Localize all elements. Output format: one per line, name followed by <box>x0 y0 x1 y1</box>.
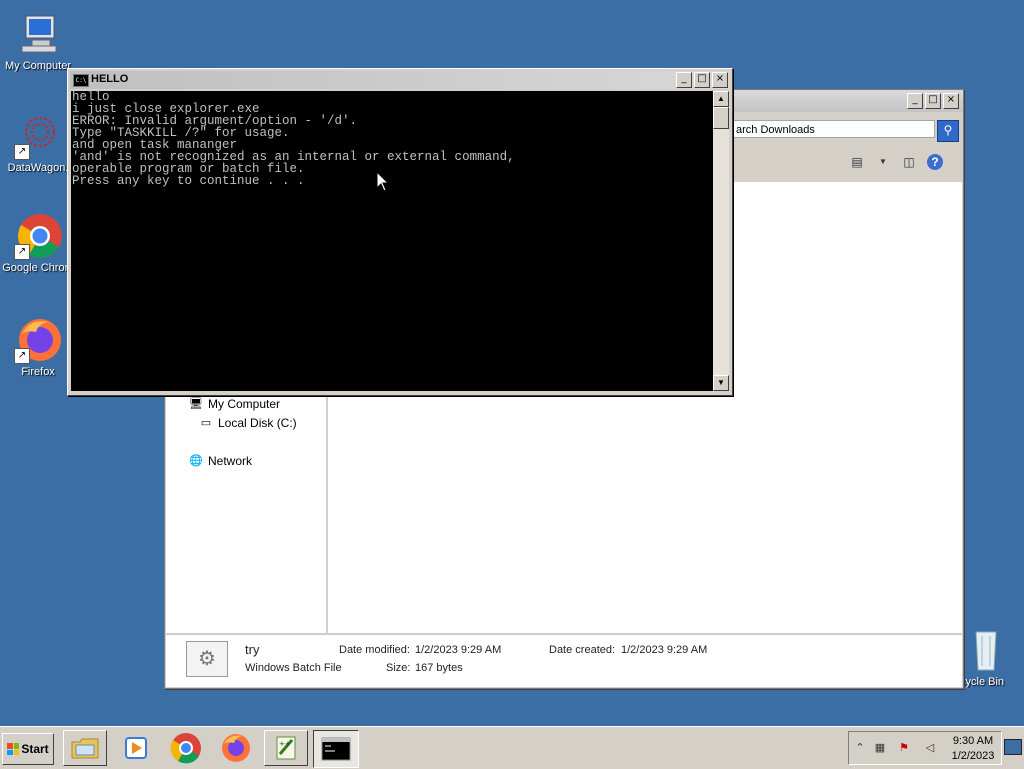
nav-item-my-computer[interactable]: 🖥 My Computer <box>188 397 280 411</box>
date-created-label: Date created: <box>549 644 616 656</box>
network-status-icon[interactable]: ▦ <box>873 741 887 755</box>
desktop-icon-datawagon[interactable]: ↗ DataWagon. <box>0 112 76 174</box>
help-icon[interactable]: ? <box>927 154 943 170</box>
nav-item-local-disk[interactable]: ▭ Local Disk (C:) <box>198 416 297 430</box>
desktop-icon-firefox[interactable]: ↗ Firefox <box>0 316 76 378</box>
size-value: 167 bytes <box>415 662 463 674</box>
minimize-button[interactable]: _ <box>907 93 923 109</box>
scroll-up-arrow-icon[interactable]: ▲ <box>713 91 729 107</box>
firefox-icon <box>222 734 250 762</box>
console-icon: C:\ <box>73 74 89 87</box>
notepad-plus-icon: ++ <box>276 736 296 760</box>
file-name: try <box>245 642 260 657</box>
datawagon-icon: ↗ <box>14 112 62 160</box>
scroll-down-arrow-icon[interactable]: ▼ <box>713 375 729 391</box>
close-button[interactable]: × <box>943 93 959 109</box>
show-desktop-icon[interactable] <box>1004 739 1022 755</box>
chrome-icon: ↗ <box>14 212 62 260</box>
computer-icon: 🖥 <box>189 398 203 410</box>
console-icon <box>321 737 351 761</box>
taskbar-explorer[interactable] <box>63 730 107 766</box>
console-window-controls: _ □ × <box>676 72 728 88</box>
shortcut-arrow-icon: ↗ <box>14 144 30 160</box>
search-icon[interactable]: ⚲ <box>937 120 959 142</box>
console-window[interactable]: C:\ HELLO _ □ × hello i just close explo… <box>67 68 733 396</box>
svg-text:++: ++ <box>279 740 291 748</box>
taskbar: Start ++ ⌃ ▦ ⚑ ◁ 9:30 AM 1/2/2023 <box>0 726 1024 769</box>
taskbar-chrome[interactable] <box>164 730 208 766</box>
network-icon: 🌐 <box>189 455 203 467</box>
scroll-thumb[interactable] <box>713 107 729 129</box>
clock-time: 9:30 AM <box>952 735 994 747</box>
desktop-icon-my-computer[interactable]: My Computer <box>0 10 76 72</box>
clock[interactable]: 9:30 AM 1/2/2023 <box>945 734 1001 764</box>
console-output[interactable]: hello i just close explorer.exe ERROR: I… <box>71 91 713 391</box>
preview-pane-icon[interactable]: ◫ <box>901 154 917 170</box>
action-center-icon[interactable]: ⚑ <box>897 741 911 755</box>
system-tray: ⌃ ▦ ⚑ ◁ 9:30 AM 1/2/2023 <box>848 731 1002 765</box>
chevron-up-icon[interactable]: ⌃ <box>853 741 867 755</box>
recycle-bin-icon <box>960 626 1008 674</box>
search-input[interactable]: arch Downloads <box>731 120 935 138</box>
media-player-icon <box>125 737 147 759</box>
views-icon[interactable]: ▤ <box>849 154 865 170</box>
explorer-toolbar: ▤ ▼ ◫ ? <box>849 154 943 170</box>
explorer-window-controls: _ □ × <box>907 93 959 109</box>
minimize-button[interactable]: _ <box>676 72 692 88</box>
clock-date: 1/2/2023 <box>951 750 995 762</box>
shortcut-arrow-icon: ↗ <box>14 244 30 260</box>
mouse-cursor-icon <box>377 172 389 192</box>
maximize-button[interactable]: □ <box>694 72 710 88</box>
folder-icon <box>71 738 99 759</box>
computer-icon <box>14 10 62 58</box>
batch-file-icon: ⚙ <box>186 641 228 677</box>
date-modified-label: Date modified: <box>339 644 410 656</box>
close-button[interactable]: × <box>712 72 728 88</box>
taskbar-console[interactable] <box>313 730 359 768</box>
console-title: HELLO <box>91 73 129 85</box>
taskbar-firefox[interactable] <box>214 730 258 766</box>
size-label: Size: <box>386 662 411 674</box>
taskbar-notepad-plus[interactable]: ++ <box>264 730 308 766</box>
console-titlebar[interactable]: C:\ HELLO _ □ × <box>70 71 730 89</box>
console-line: Press any key to continue . . . <box>72 174 305 188</box>
maximize-button[interactable]: □ <box>925 93 941 109</box>
start-button[interactable]: Start <box>2 733 54 765</box>
volume-icon[interactable]: ◁ <box>923 741 937 755</box>
console-scrollbar[interactable]: ▲ ▼ <box>713 91 729 391</box>
firefox-icon: ↗ <box>14 316 62 364</box>
details-pane: ⚙ try Windows Batch File Date modified: … <box>166 634 962 687</box>
date-modified-value: 1/2/2023 9:29 AM <box>415 644 502 656</box>
chevron-down-icon[interactable]: ▼ <box>875 154 891 170</box>
nav-item-network[interactable]: 🌐 Network <box>188 454 252 468</box>
windows-logo-icon <box>7 743 20 755</box>
taskbar-media-player[interactable] <box>114 730 158 766</box>
shortcut-arrow-icon: ↗ <box>14 348 30 364</box>
date-created-value: 1/2/2023 9:29 AM <box>621 644 708 656</box>
desktop-icon-chrome[interactable]: ↗ Google Chrom <box>0 212 76 274</box>
file-type: Windows Batch File <box>245 662 342 674</box>
chrome-icon <box>170 733 201 764</box>
drive-icon: ▭ <box>200 417 212 429</box>
